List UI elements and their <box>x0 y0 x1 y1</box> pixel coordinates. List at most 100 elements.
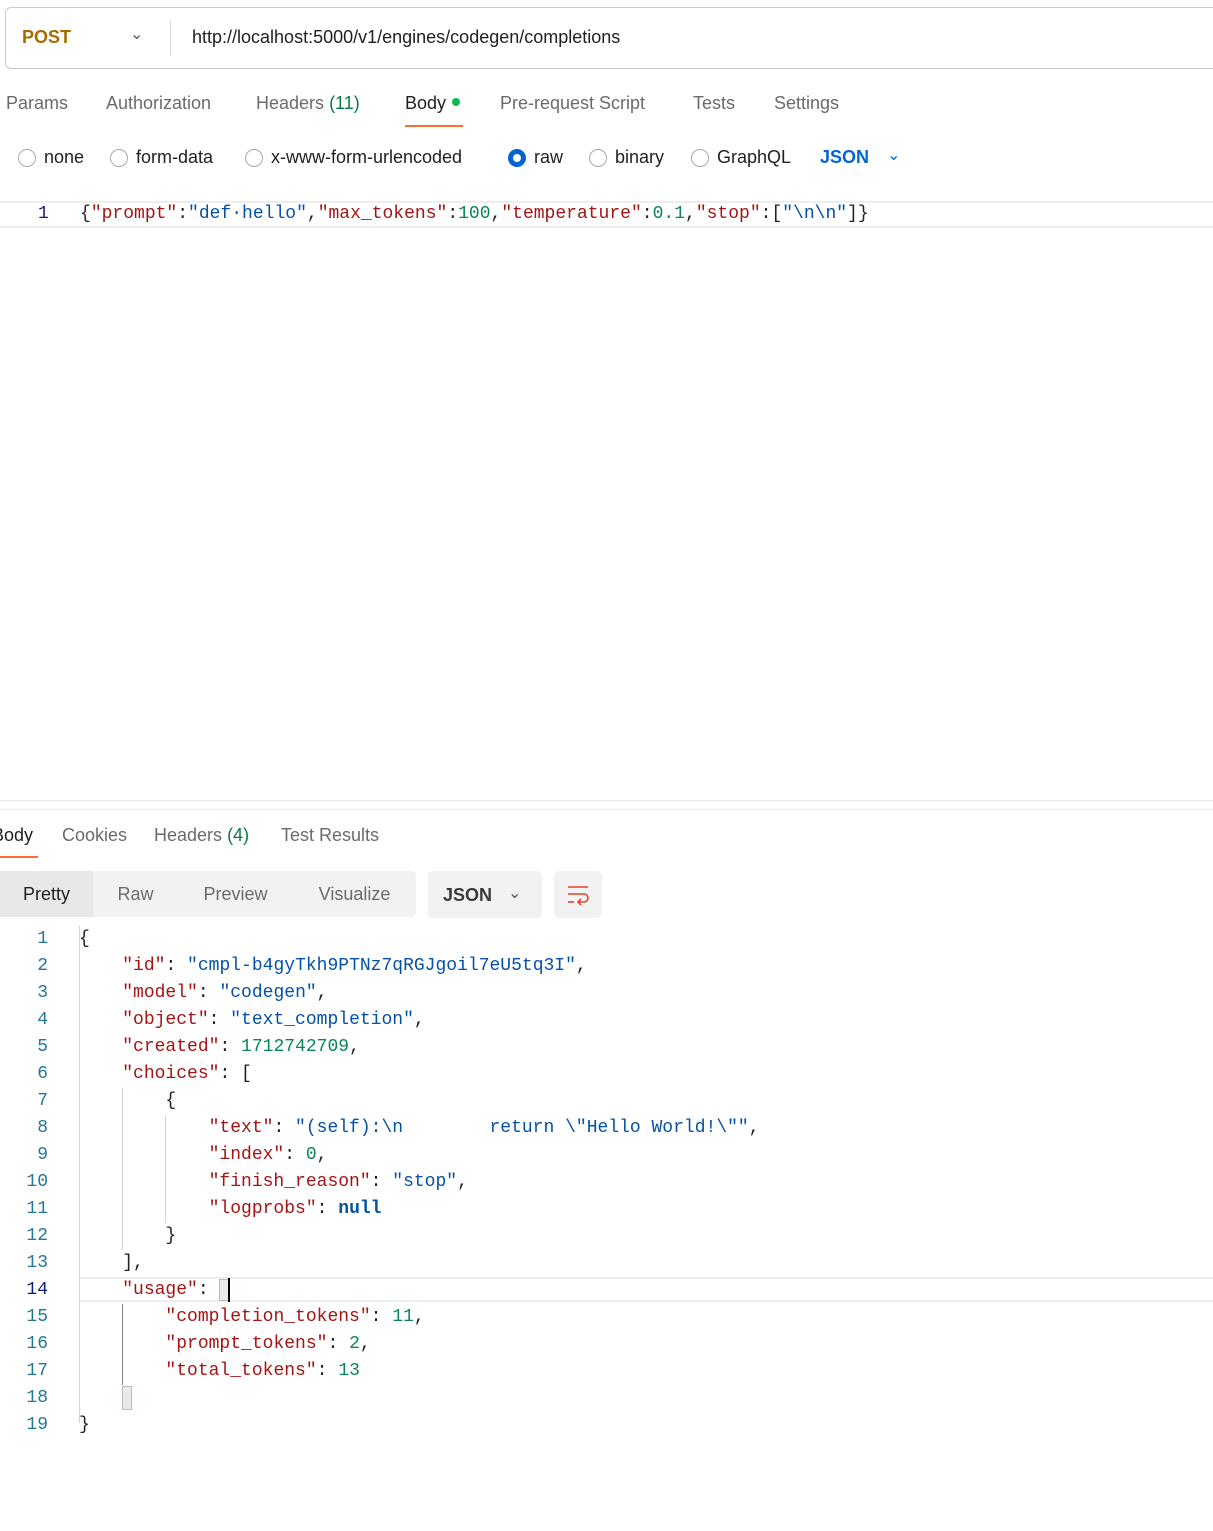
tab-settings[interactable]: Settings <box>774 93 839 114</box>
code-text: "index": 0, <box>79 1142 328 1169</box>
chevron-down-icon[interactable]: ⌄ <box>130 24 143 44</box>
radio-label: none <box>44 147 85 167</box>
json-key: "text" <box>208 1118 274 1138</box>
radio-form-data[interactable]: form-data <box>110 147 213 168</box>
response-tab-test-results[interactable]: Test Results <box>281 825 379 846</box>
code-text: "id": "cmpl-b4gyTkh9PTNz7qRGJgoil7eU5tq3… <box>79 953 587 980</box>
response-tab-cookies[interactable]: Cookies <box>62 825 127 846</box>
response-tab-body[interactable]: Body <box>0 825 33 846</box>
json-key: "model" <box>122 983 198 1003</box>
view-pretty-button[interactable]: Pretty <box>0 871 93 917</box>
json-key: "object" <box>122 1010 209 1030</box>
json-number: 100 <box>458 204 491 224</box>
json-punctuation: ]} <box>847 204 869 224</box>
active-tab-indicator <box>0 856 38 858</box>
radio-label: GraphQL <box>717 147 792 167</box>
json-punctuation: , <box>359 1334 371 1354</box>
code-text: { <box>79 926 90 953</box>
json-punctuation: } <box>79 1226 177 1246</box>
view-preview-button[interactable]: Preview <box>178 871 293 917</box>
radio-icon <box>18 148 36 167</box>
json-key: "prompt" <box>90 204 178 224</box>
line-number: 1 <box>38 204 49 224</box>
json-punctuation: , <box>413 1010 425 1030</box>
radio-icon <box>110 148 128 167</box>
line-number: 12 <box>26 1226 48 1246</box>
json-punctuation: , <box>490 204 502 224</box>
request-body-editor[interactable]: {"prompt":"def·hello","max_tokens":100,"… <box>80 204 869 224</box>
radio-raw[interactable]: raw <box>508 147 563 168</box>
json-punctuation: , <box>748 1118 760 1138</box>
json-punctuation: : <box>177 204 189 224</box>
json-punctuation: , <box>575 956 587 976</box>
line-number: 2 <box>37 956 48 976</box>
tab-body[interactable]: Body <box>405 93 461 114</box>
line-number: 11 <box>26 1199 48 1219</box>
json-punctuation <box>79 983 122 1003</box>
tab-authorization[interactable]: Authorization <box>106 93 211 114</box>
json-punctuation <box>79 1010 122 1030</box>
json-key: "choices" <box>122 1064 220 1084</box>
json-punctuation: , <box>413 1307 425 1327</box>
chevron-down-icon: ⌄ <box>508 885 522 902</box>
radio-none[interactable]: none <box>18 147 84 168</box>
json-key: "max_tokens" <box>317 204 448 224</box>
code-text: "created": 1712742709, <box>79 1034 360 1061</box>
response-tab-headers[interactable]: Headers (4) <box>154 825 249 846</box>
radio-selected-icon <box>508 148 526 167</box>
json-key: "stop" <box>695 204 761 224</box>
body-format-select[interactable]: JSON <box>820 147 869 168</box>
json-punctuation: : <box>165 956 188 976</box>
json-number: 13 <box>338 1361 360 1381</box>
tab-params[interactable]: Params <box>6 93 68 114</box>
json-number: 11 <box>392 1307 414 1327</box>
line-number: 5 <box>37 1037 48 1057</box>
json-key: "usage" <box>122 1280 198 1300</box>
json-punctuation: { <box>80 204 91 224</box>
response-format-select[interactable]: JSON ⌄ <box>428 871 542 918</box>
line-number: 17 <box>26 1361 48 1381</box>
tab-pre-request-script[interactable]: Pre-request Script <box>500 93 645 114</box>
json-punctuation <box>79 1037 122 1057</box>
view-visualize-button[interactable]: Visualize <box>293 871 416 917</box>
code-text: ], <box>79 1250 144 1277</box>
code-text: "choices": [ <box>79 1061 252 1088</box>
radio-graphql[interactable]: GraphQL <box>691 147 791 168</box>
json-punctuation: , <box>457 1172 468 1192</box>
line-number: 19 <box>26 1415 48 1435</box>
json-key: "total_tokens" <box>165 1361 317 1381</box>
code-text: "completion_tokens": 11, <box>79 1304 425 1331</box>
radio-label: form-data <box>136 147 214 167</box>
radio-binary[interactable]: binary <box>589 147 664 168</box>
format-label: JSON <box>443 885 493 905</box>
tab-label: Body <box>405 93 447 113</box>
json-string: "\n\n" <box>782 204 848 224</box>
radio-urlencoded[interactable]: x-www-form-urlencoded <box>245 147 462 168</box>
code-text: "object": "text_completion", <box>79 1007 425 1034</box>
json-number: 1712742709 <box>241 1037 350 1057</box>
modified-dot-icon <box>452 98 461 106</box>
pane-divider[interactable] <box>0 800 1213 810</box>
json-punctuation: { <box>79 929 90 949</box>
json-string: "(self):\n return \"Hello World!\"" <box>295 1118 749 1138</box>
json-key: "created" <box>122 1037 220 1057</box>
view-raw-button[interactable]: Raw <box>93 871 178 917</box>
tab-headers[interactable]: Headers (11) <box>256 93 360 114</box>
code-text: "logprobs": null <box>79 1196 382 1223</box>
json-key: "index" <box>208 1145 285 1165</box>
tab-tests[interactable]: Tests <box>693 93 735 114</box>
json-punctuation <box>79 1064 122 1084</box>
chevron-down-icon[interactable]: ⌄ <box>887 145 900 165</box>
json-punctuation: , <box>685 204 696 224</box>
wrap-lines-button[interactable] <box>554 871 602 918</box>
code-text: "text": "(self):\n return \"Hello World!… <box>79 1115 760 1142</box>
json-number: 0 <box>305 1145 317 1165</box>
json-punctuation <box>79 1307 165 1327</box>
radio-label: binary <box>615 147 665 167</box>
url-input[interactable]: http://localhost:5000/v1/engines/codegen… <box>192 27 620 48</box>
headers-count: (4) <box>227 825 250 845</box>
json-punctuation: : [ <box>219 1064 252 1084</box>
json-null: null <box>338 1199 382 1219</box>
method-select[interactable]: POST <box>22 27 71 48</box>
json-punctuation: : <box>219 1037 242 1057</box>
